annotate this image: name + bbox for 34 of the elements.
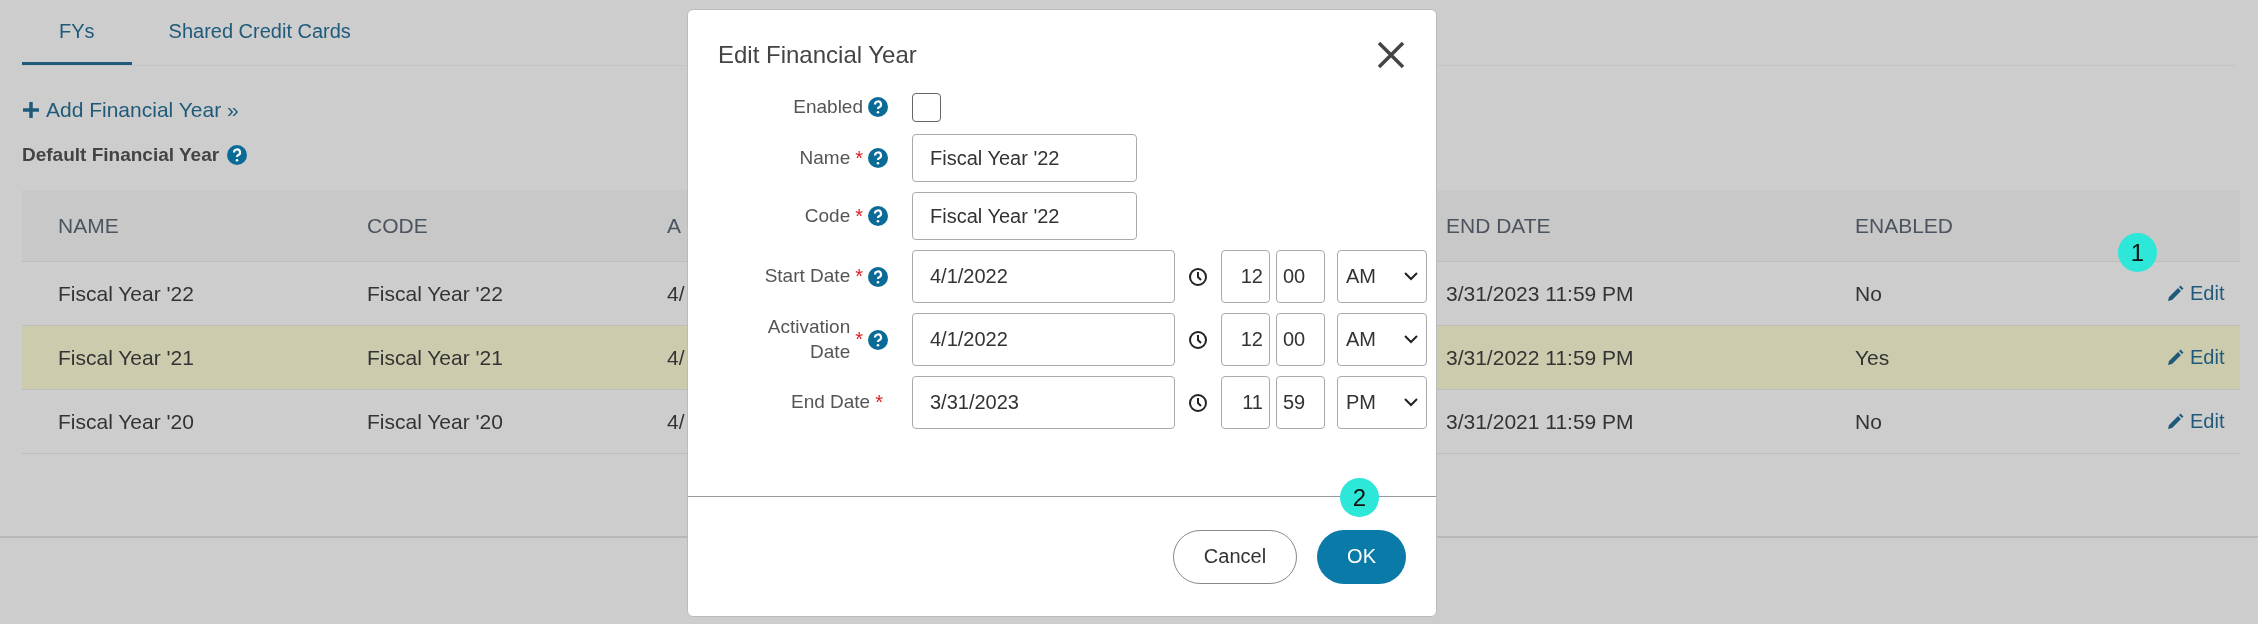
field-label: Activation Date: [766, 314, 851, 364]
field-label: Name: [799, 145, 851, 170]
table-cell: 4/: [667, 281, 685, 306]
field-label: End Date: [790, 390, 871, 415]
table-cell: 3/31/2023 11:59 PM: [1446, 281, 1634, 306]
column-header: ENABLED: [1855, 213, 1954, 238]
table-cell: No: [1855, 409, 1882, 434]
table-cell: Yes: [1855, 345, 1890, 370]
column-header: A: [667, 213, 681, 238]
dialog-title: Edit Financial Year: [718, 41, 917, 69]
required-mark: *: [855, 146, 863, 170]
table-cell: Fiscal Year '20: [367, 409, 503, 434]
required-mark: *: [855, 328, 863, 351]
table-cell: 4/: [667, 345, 685, 370]
table-cell: No: [1855, 281, 1882, 306]
table-cell: 3/31/2022 11:59 PM: [1446, 345, 1634, 370]
table-cell: Fiscal Year '21: [58, 345, 194, 370]
required-mark: *: [855, 265, 863, 288]
table-cell: Fiscal Year '21: [367, 345, 503, 370]
section-title: Default Financial Year: [22, 144, 220, 166]
column-header: NAME: [58, 213, 119, 238]
column-header: END DATE: [1446, 213, 1551, 238]
column-header: CODE: [367, 213, 428, 238]
required-mark: *: [855, 204, 863, 228]
table-cell: 3/31/2021 11:59 PM: [1446, 409, 1634, 434]
field-label: Enabled: [793, 94, 863, 119]
field-label: Code: [804, 203, 851, 228]
table-cell: Fiscal Year '20: [58, 409, 194, 434]
field-label: Start Date: [764, 264, 851, 289]
table-cell: Fiscal Year '22: [58, 281, 194, 306]
table-cell: 4/: [667, 409, 685, 434]
step-badge: 2: [1340, 478, 1379, 517]
required-mark: *: [875, 391, 883, 414]
table-cell: Fiscal Year '22: [367, 281, 503, 306]
